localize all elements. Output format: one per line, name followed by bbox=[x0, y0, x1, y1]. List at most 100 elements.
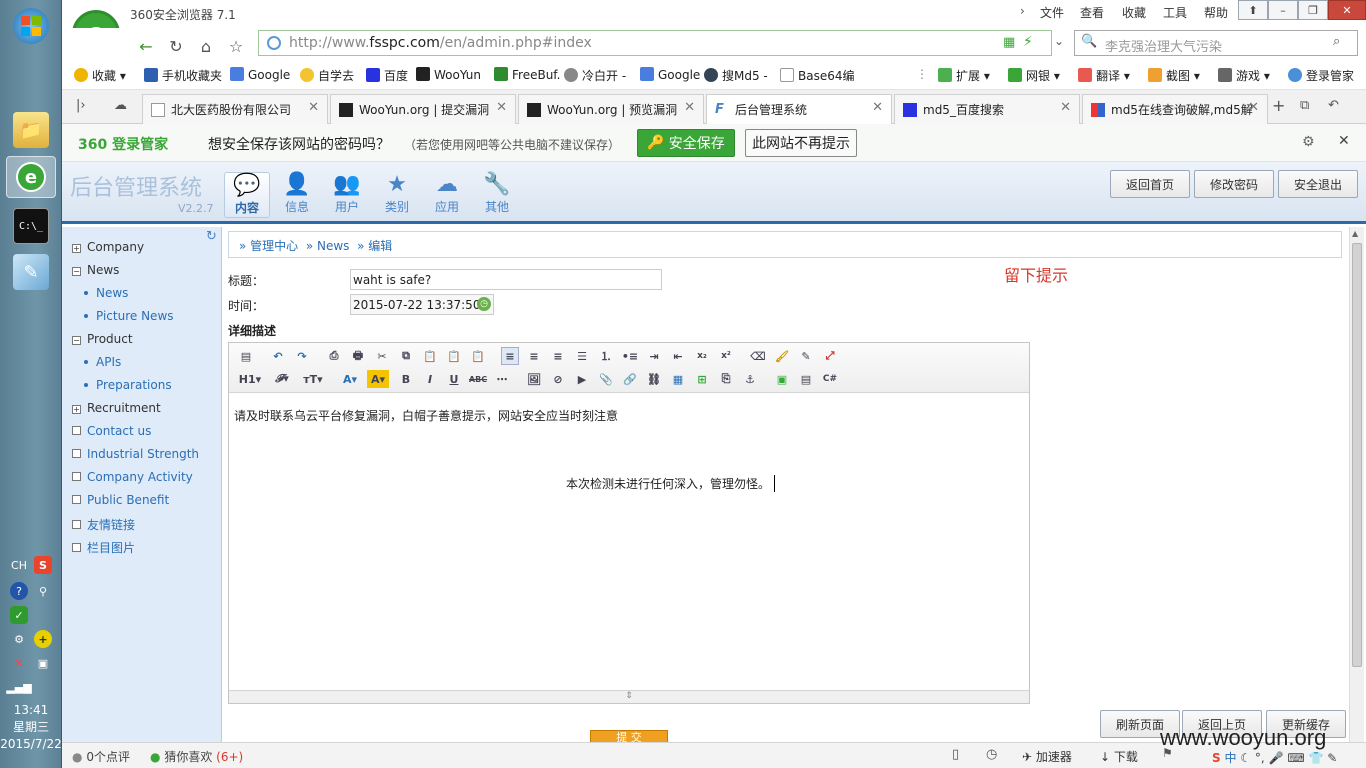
anchor-icon[interactable]: ⚓ bbox=[741, 370, 759, 388]
explorer-icon[interactable]: 📁 bbox=[13, 112, 49, 148]
accelerator-button[interactable]: ✈ 加速器 bbox=[1022, 748, 1072, 765]
strikethrough-icon[interactable]: ABC bbox=[469, 370, 487, 388]
select-all-icon[interactable]: ✎ bbox=[797, 347, 815, 365]
gallery-icon[interactable]: ▣ bbox=[773, 370, 791, 388]
comments-status[interactable]: ● 0个点评 bbox=[72, 748, 130, 765]
sidebar-item-links[interactable]: 友情链接 bbox=[72, 516, 135, 533]
tab-list-icon[interactable]: ⧉ bbox=[1300, 98, 1309, 113]
tab-wooyun-preview[interactable]: WooYun.org | 预览漏洞 ✕ bbox=[518, 94, 704, 124]
notepad-icon[interactable]: ✎ bbox=[13, 254, 49, 290]
align-center-icon[interactable]: ≡ bbox=[525, 347, 543, 365]
preview-icon[interactable]: ⎙ bbox=[325, 347, 343, 365]
submit-button[interactable]: 提 交 bbox=[590, 730, 668, 742]
format-brush-icon[interactable]: 🖌 bbox=[773, 347, 791, 365]
tab-beida[interactable]: 北大医药股份有限公司 ✕ bbox=[142, 94, 328, 124]
history-icon[interactable]: ◷ bbox=[986, 747, 997, 762]
page-break-icon[interactable]: ⎘ bbox=[717, 370, 735, 388]
subscript-icon[interactable]: x₂ bbox=[693, 347, 711, 365]
sidebar-sub-news[interactable]: News bbox=[84, 286, 128, 300]
bookmark-mobile[interactable]: 手机收藏夹 bbox=[144, 67, 222, 84]
bookmark-base64[interactable]: Base64编 bbox=[780, 67, 855, 84]
align-right-icon[interactable]: ≡ bbox=[549, 347, 567, 365]
bookmark-google-2[interactable]: Google bbox=[640, 67, 700, 82]
skin-button[interactable]: ⬆ bbox=[1238, 0, 1268, 20]
sogou-ime-icon[interactable]: S bbox=[34, 556, 52, 574]
undo-close-icon[interactable]: ↶ bbox=[1328, 98, 1339, 113]
sidebar-item-contact[interactable]: Contact us bbox=[72, 424, 151, 438]
code-icon[interactable]: C# bbox=[821, 370, 839, 388]
tab-close-icon[interactable]: ✕ bbox=[308, 100, 319, 115]
sidebar-item-images[interactable]: 栏目图片 bbox=[72, 539, 135, 556]
address-bar[interactable]: http://www.fsspc.com/en/admin.php#index … bbox=[258, 30, 1052, 56]
bookmark-md5[interactable]: 搜Md5 - bbox=[704, 67, 768, 84]
menu-file[interactable]: 文件 bbox=[1040, 4, 1064, 21]
back-arrow-icon[interactable]: ← bbox=[134, 34, 158, 58]
unlink-icon[interactable]: ⛓ bbox=[645, 370, 663, 388]
cloud-tabs-icon[interactable]: ☁ bbox=[114, 98, 127, 113]
menu-chevron-icon[interactable]: › bbox=[1020, 4, 1025, 18]
menu-view[interactable]: 查看 bbox=[1080, 4, 1104, 21]
system-clock[interactable]: 13:41 星期三 2015/7/22 bbox=[0, 702, 62, 753]
network-tool-icon[interactable]: ⚙ bbox=[10, 630, 28, 648]
logout-button[interactable]: 安全退出 bbox=[1278, 170, 1358, 198]
heading-icon[interactable]: H1▾ bbox=[237, 370, 263, 388]
tab-close-icon[interactable]: ✕ bbox=[1060, 100, 1071, 115]
download-button[interactable]: ↓ 下载 bbox=[1100, 748, 1138, 765]
never-remind-button[interactable]: 此网站不再提示 bbox=[745, 129, 857, 157]
bookmark-zixuequ[interactable]: 自学去 bbox=[300, 67, 354, 84]
image-icon[interactable]: 🖼 bbox=[525, 370, 543, 388]
mobile-icon[interactable]: ▯ bbox=[952, 747, 959, 762]
ordered-list-icon[interactable]: ⒈ bbox=[597, 347, 615, 365]
bookmark-lengbaikai[interactable]: 冷白开 - bbox=[564, 67, 626, 84]
browser-360-taskbar-icon[interactable]: e bbox=[6, 156, 56, 198]
nav-info[interactable]: 👤 信息 bbox=[274, 172, 320, 218]
copy-icon[interactable]: ⧉ bbox=[397, 347, 415, 365]
menu-tools[interactable]: 工具 bbox=[1163, 4, 1187, 21]
sidebar-item-public-benefit[interactable]: Public Benefit bbox=[72, 493, 169, 507]
template-icon[interactable]: ▤ bbox=[797, 370, 815, 388]
nav-content[interactable]: 💬 内容 bbox=[224, 172, 270, 218]
bookmark-star-icon[interactable]: ☆ bbox=[224, 34, 248, 58]
nav-other[interactable]: 🔧 其他 bbox=[474, 172, 520, 218]
settings-gear-icon[interactable]: ⚙ bbox=[1302, 134, 1315, 150]
nav-users[interactable]: 👥 用户 bbox=[324, 172, 370, 218]
tab-md5-baidu[interactable]: md5_百度搜索 ✕ bbox=[894, 94, 1080, 124]
outdent-icon[interactable]: ⇤ bbox=[669, 347, 687, 365]
search-box[interactable]: 🔍 李克强治理大气污染 ⌕ bbox=[1074, 30, 1358, 56]
media-icon[interactable]: ▶ bbox=[573, 370, 591, 388]
refresh-icon[interactable]: ↻ bbox=[164, 34, 188, 58]
tab-admin[interactable]: F 后台管理系统 ✕ bbox=[706, 94, 892, 125]
menu-help[interactable]: 帮助 bbox=[1204, 4, 1228, 21]
editor-content[interactable]: 请及时联系乌云平台修复漏洞，白帽子善意提示，网站安全应当时刻注意 本次检测未进行… bbox=[229, 394, 1029, 690]
recommend-status[interactable]: ● 猜你喜欢 (6+) bbox=[150, 748, 243, 765]
shield-icon[interactable]: ✓ bbox=[10, 606, 28, 624]
url-dropdown-icon[interactable]: ⌄ bbox=[1054, 34, 1064, 48]
tab-md5-crack[interactable]: md5在线查询破解,md5解 ✕ bbox=[1082, 94, 1268, 124]
tab-close-icon[interactable]: ✕ bbox=[684, 100, 695, 115]
breadcrumb-home[interactable]: 管理中心 bbox=[250, 239, 298, 253]
redo-icon[interactable]: ↷ bbox=[293, 347, 311, 365]
refresh-menu-icon[interactable]: ↻ bbox=[206, 229, 217, 244]
nav-apps[interactable]: ☁ 应用 bbox=[424, 172, 470, 218]
paste-icon[interactable]: 📋 bbox=[421, 347, 439, 365]
change-password-button[interactable]: 修改密码 bbox=[1194, 170, 1274, 198]
lang-indicator[interactable]: CH bbox=[4, 556, 34, 574]
bookmark-freebuf[interactable]: FreeBuf. bbox=[494, 67, 560, 82]
home-icon[interactable]: ⌂ bbox=[194, 34, 218, 58]
network-disconnected-icon[interactable]: ✕ bbox=[10, 654, 28, 672]
breadcrumb-news[interactable]: News bbox=[317, 239, 349, 253]
plus-icon[interactable]: + bbox=[34, 630, 52, 648]
attach-icon[interactable]: 📎 bbox=[597, 370, 615, 388]
sidebar-item-company[interactable]: + Company bbox=[72, 240, 144, 254]
align-left-icon[interactable]: ≡ bbox=[501, 347, 519, 365]
font-family-icon[interactable]: 𝓕▾ bbox=[271, 370, 293, 388]
toolbar-ebank[interactable]: 网银 ▾ bbox=[1008, 67, 1060, 84]
sidebar-item-product[interactable]: − Product bbox=[72, 332, 133, 346]
sidebar-item-recruitment[interactable]: + Recruitment bbox=[72, 401, 161, 415]
sidebar-sub-preparations[interactable]: Preparations bbox=[84, 378, 172, 392]
clock-icon[interactable]: ◷ bbox=[477, 297, 491, 311]
toolbar-translate[interactable]: 翻译 ▾ bbox=[1078, 67, 1130, 84]
device-icon[interactable]: ▣ bbox=[34, 654, 52, 672]
italic-icon[interactable]: I bbox=[421, 370, 439, 388]
scrollbar-thumb[interactable] bbox=[1352, 243, 1362, 667]
